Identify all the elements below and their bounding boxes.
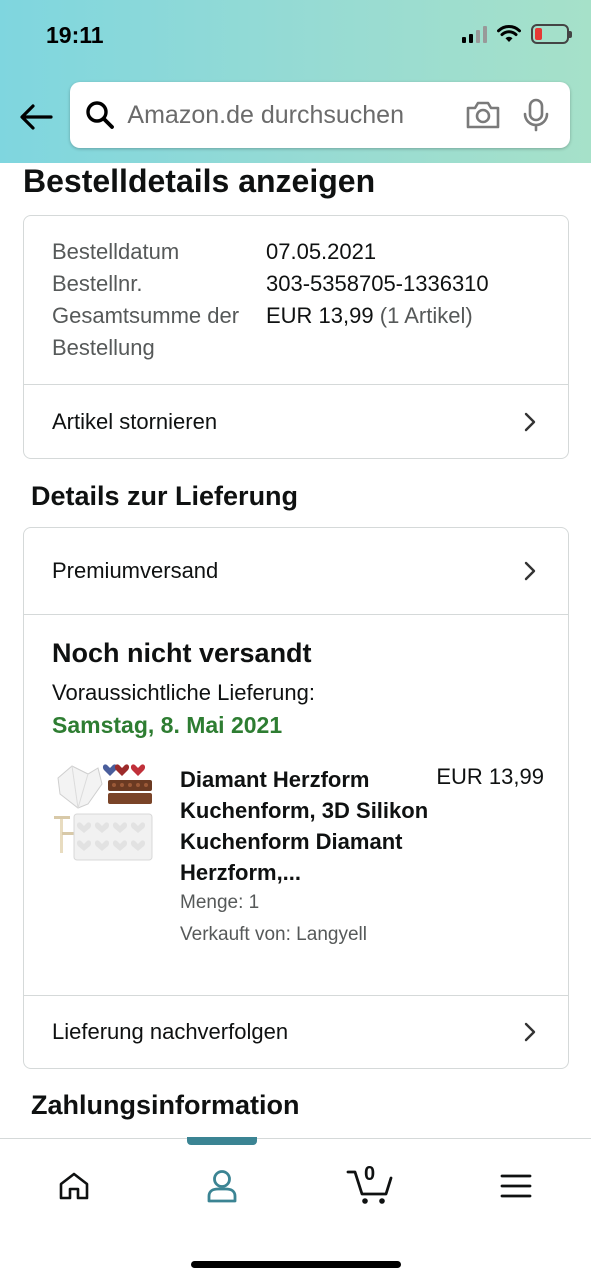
order-total-value: EUR 13,99 (1 Artikel) <box>266 300 473 364</box>
cart-count-badge: 0 <box>364 1163 376 1185</box>
eta-date: Samstag, 8. Mai 2021 <box>52 712 283 738</box>
home-icon <box>59 1172 89 1200</box>
product-quantity: Menge: 1 <box>180 892 260 913</box>
bottom-tab-bar: 0 <box>0 1137 591 1280</box>
order-total-amount: EUR 13,99 <box>266 303 374 328</box>
chevron-right-icon <box>524 1022 536 1042</box>
status-time: 19:11 <box>46 22 104 48</box>
order-total-row: Gesamtsumme der Bestellung EUR 13,99 (1 … <box>52 300 489 364</box>
order-date-value: 07.05.2021 <box>266 239 377 264</box>
product-seller: Verkauft von: Langyell <box>180 924 367 945</box>
order-number-row: Bestellnr. 303-5358705-1336310 <box>52 268 489 300</box>
cellular-signal-icon <box>462 25 487 43</box>
payment-section-title: Zahlungsinformation <box>31 1090 300 1120</box>
cancel-items-label: Artikel stornieren <box>52 409 218 434</box>
product-price: EUR 13,99 <box>436 764 544 789</box>
microphone-icon[interactable] <box>517 95 556 135</box>
track-delivery-row[interactable]: Lieferung nachverfolgen <box>24 996 568 1068</box>
tab-menu[interactable] <box>486 1161 546 1211</box>
product-title-link[interactable]: Diamant Herzform Kuchenform, 3D Silikon … <box>180 764 430 888</box>
eta-label: Voraussichtliche Lieferung: <box>52 680 315 705</box>
order-date-label: Bestelldatum <box>52 239 180 264</box>
order-details-content: Bestelldetails anzeigen Bestelldatum 07.… <box>0 163 591 1138</box>
home-indicator[interactable] <box>191 1261 401 1268</box>
order-number-value: 303-5358705-1336310 <box>266 271 489 296</box>
cancel-items-row[interactable]: Artikel stornieren <box>24 385 568 459</box>
track-delivery-label: Lieferung nachverfolgen <box>52 1019 289 1044</box>
wifi-icon <box>497 25 521 42</box>
search-input[interactable] <box>127 100 450 130</box>
chevron-right-icon <box>524 412 536 432</box>
order-summary-card: Bestelldatum 07.05.2021 Bestellnr. 303-5… <box>23 215 569 459</box>
shipping-method-row[interactable]: Premiumversand <box>24 528 568 614</box>
menu-icon <box>500 1174 532 1198</box>
delivery-card: Premiumversand Noch nicht versandt Vorau… <box>23 527 569 1069</box>
shipping-method-label: Premiumversand <box>52 558 219 583</box>
chevron-right-icon <box>524 561 536 581</box>
app-header: 19:11 <box>0 0 591 163</box>
camera-icon[interactable] <box>463 95 502 135</box>
divider <box>24 614 568 615</box>
search-icon <box>84 99 115 131</box>
active-tab-indicator <box>187 1137 257 1145</box>
tab-cart[interactable]: 0 <box>340 1161 400 1211</box>
order-number-label: Bestellnr. <box>52 271 143 296</box>
product-image[interactable] <box>52 762 154 862</box>
shipment-status: Noch nicht versandt <box>52 638 312 668</box>
tab-home[interactable] <box>44 1161 104 1211</box>
order-item-count: (1 Artikel) <box>379 303 473 328</box>
search-bar[interactable] <box>70 82 570 148</box>
back-arrow-icon <box>20 104 53 130</box>
order-total-label: Gesamtsumme der Bestellung <box>52 303 240 360</box>
page-title: Bestelldetails anzeigen <box>23 163 376 199</box>
account-icon <box>207 1170 237 1203</box>
tab-account[interactable] <box>192 1161 252 1211</box>
status-icons <box>462 24 572 44</box>
delivery-section-title: Details zur Lieferung <box>31 481 299 511</box>
back-button[interactable] <box>16 97 56 137</box>
order-date-row: Bestelldatum 07.05.2021 <box>52 236 489 268</box>
battery-icon <box>531 24 572 44</box>
